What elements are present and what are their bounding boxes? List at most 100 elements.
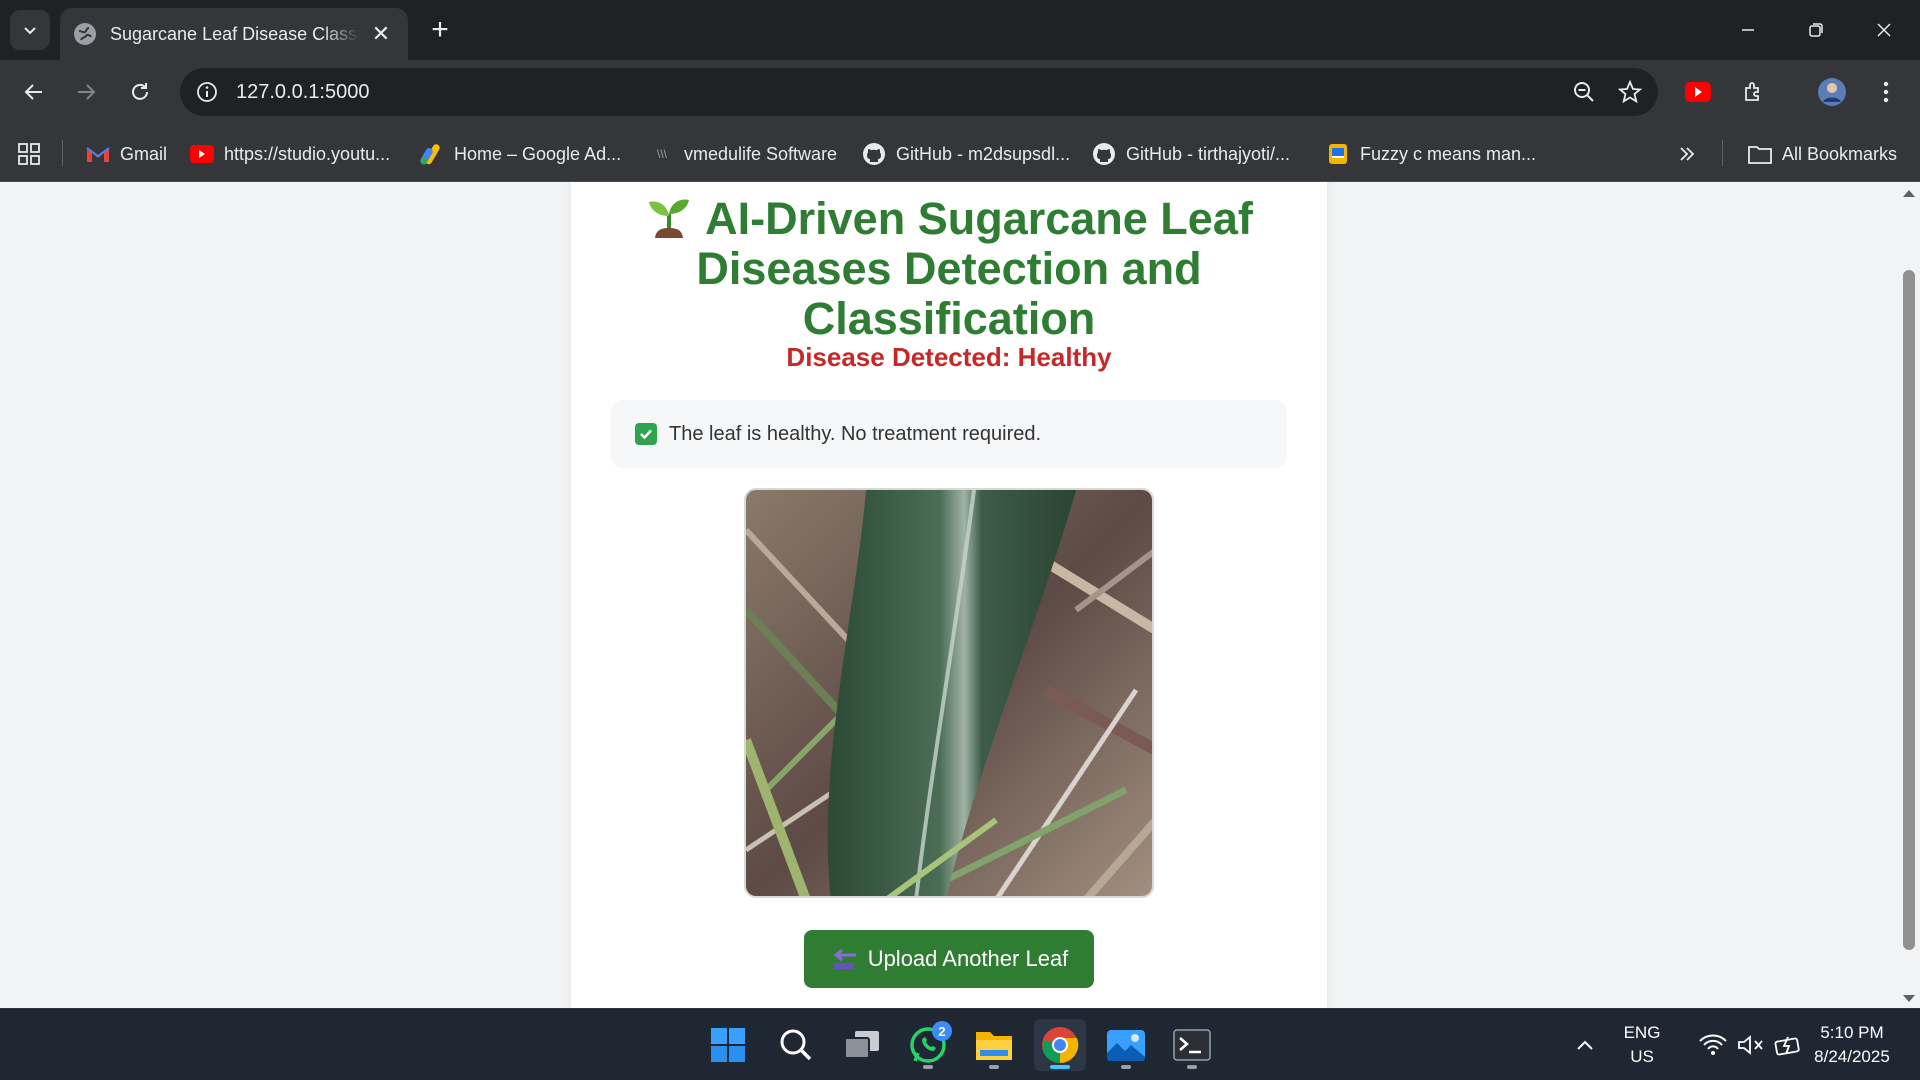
task-view-button[interactable] <box>836 1019 888 1071</box>
back-arrow-icon <box>833 948 856 969</box>
file-explorer-button[interactable] <box>968 1019 1020 1071</box>
photos-taskbar-button[interactable] <box>1100 1019 1152 1071</box>
page-viewport: AI-Driven Sugarcane Leaf Diseases Detect… <box>0 182 1920 1008</box>
more-bookmarks-button[interactable] <box>1678 140 1696 168</box>
search-button[interactable] <box>770 1019 822 1071</box>
seedling-icon <box>649 199 690 238</box>
start-button[interactable] <box>702 1019 754 1071</box>
running-indicator <box>1121 1065 1131 1069</box>
google-ads-icon <box>420 142 444 166</box>
scroll-down-arrow-icon[interactable] <box>1898 990 1920 1008</box>
photos-icon <box>1107 1030 1145 1061</box>
address-bar[interactable]: 127.0.0.1:5000 <box>180 68 1658 116</box>
time-text: 5:10 PM <box>1820 1023 1884 1042</box>
bookmark-gmail[interactable]: Gmail <box>86 140 167 168</box>
reload-icon <box>132 83 148 100</box>
result-card: AI-Driven Sugarcane Leaf Diseases Detect… <box>571 182 1327 1008</box>
reload-button[interactable] <box>120 72 160 112</box>
bookmark-fuzzy-c-means[interactable]: Fuzzy c means man... <box>1326 140 1536 168</box>
page-title: AI-Driven Sugarcane Leaf Diseases Detect… <box>571 192 1327 344</box>
youtube-icon <box>1685 82 1711 102</box>
tab-search-button[interactable] <box>10 10 50 50</box>
back-button[interactable] <box>14 72 54 112</box>
bookmarks-bar: Gmail https://studio.youtu... Home – Goo… <box>0 124 1920 182</box>
notification-badge: 2 <box>932 1021 952 1041</box>
chevron-down-icon <box>24 27 36 35</box>
running-indicator <box>1187 1065 1197 1069</box>
bookmark-google-ads[interactable]: Home – Google Ad... <box>420 140 621 168</box>
restore-button[interactable] <box>1796 10 1836 50</box>
scroll-up-arrow-icon[interactable] <box>1898 184 1920 202</box>
bookmark-vmedulife[interactable]: \\\ vmedulife Software <box>650 140 837 168</box>
bookmark-separator <box>1722 140 1723 166</box>
star-icon[interactable] <box>1618 80 1642 104</box>
bookmark-separator <box>62 140 63 166</box>
clock[interactable]: 5:10 PM 8/24/2025 <box>1800 1021 1904 1069</box>
chevron-up-icon <box>1577 1040 1593 1050</box>
disease-result: Disease Detected: Healthy <box>786 342 1112 372</box>
document-icon <box>1326 142 1350 166</box>
folder-icon <box>976 1032 1012 1060</box>
date-text: 8/24/2025 <box>1814 1047 1890 1066</box>
bookmark-youtube-studio[interactable]: https://studio.youtu... <box>190 140 390 168</box>
chrome-icon <box>1042 1027 1079 1063</box>
gmail-icon <box>86 142 110 166</box>
github-icon <box>1092 142 1116 166</box>
menu-button[interactable] <box>1866 72 1906 112</box>
whatsapp-taskbar-button[interactable]: 2 <box>902 1019 954 1071</box>
minimize-icon <box>1742 29 1754 31</box>
tab-title: Sugarcane Leaf Disease Classification <box>110 23 360 44</box>
tab-strip: Sugarcane Leaf Disease Classification ✕ … <box>0 0 1920 60</box>
running-indicator <box>923 1065 933 1069</box>
windows-taskbar: 2 ENG US 5:10 PM 8/24/2025 <box>0 1008 1920 1080</box>
forward-button[interactable] <box>66 72 106 112</box>
chrome-taskbar-button[interactable] <box>1034 1019 1086 1071</box>
avatar-icon <box>1818 78 1846 106</box>
arrow-right-icon <box>78 84 96 100</box>
browser-toolbar: 127.0.0.1:5000 <box>0 60 1920 124</box>
close-window-button[interactable] <box>1864 10 1904 50</box>
youtube-extension-button[interactable] <box>1678 72 1718 112</box>
url-text[interactable]: 127.0.0.1:5000 <box>236 81 369 104</box>
all-bookmarks-button[interactable]: All Bookmarks <box>1748 140 1897 168</box>
apps-grid-icon <box>18 143 40 165</box>
task-view-icon <box>844 1031 879 1059</box>
language-indicator[interactable]: ENG US <box>1612 1021 1672 1069</box>
kebab-menu-icon <box>1883 81 1889 103</box>
close-icon <box>1877 23 1891 37</box>
search-icon <box>780 1029 812 1061</box>
upload-another-leaf-button[interactable]: Upload Another Leaf <box>804 930 1094 988</box>
info-icon[interactable] <box>196 81 218 103</box>
restore-icon <box>1809 23 1823 37</box>
zoom-icon[interactable] <box>1572 80 1596 104</box>
bookmark-github-1[interactable]: GitHub - m2dsupsdl... <box>862 140 1070 168</box>
scrollbar-thumb[interactable] <box>1903 270 1915 950</box>
active-tab[interactable]: Sugarcane Leaf Disease Classification ✕ <box>60 8 408 60</box>
upload-button-label: Upload Another Leaf <box>867 946 1069 971</box>
check-mark-icon <box>635 423 657 445</box>
new-tab-button[interactable]: + <box>422 12 458 48</box>
running-indicator <box>989 1065 999 1069</box>
chevron-double-right-icon <box>1680 147 1695 161</box>
title-line-2: Diseases Detection and <box>696 243 1202 294</box>
running-indicator <box>1050 1065 1070 1069</box>
show-hidden-icons-button[interactable] <box>1560 1019 1610 1071</box>
profile-button[interactable] <box>1812 72 1852 112</box>
extensions-button[interactable] <box>1734 72 1774 112</box>
youtube-icon <box>190 142 214 166</box>
tab-close-icon[interactable]: ✕ <box>368 21 394 47</box>
wifi-icon <box>1699 1034 1727 1055</box>
uploaded-leaf-image <box>744 488 1154 898</box>
minimize-button[interactable] <box>1728 10 1768 50</box>
terminal-taskbar-button[interactable] <box>1166 1019 1218 1071</box>
globe-icon <box>74 23 96 45</box>
terminal-icon <box>1173 1029 1211 1061</box>
treatment-box: The leaf is healthy. No treatment requir… <box>611 400 1287 468</box>
leaf-photo <box>746 490 1152 896</box>
vmedulife-icon: \\\ <box>656 147 667 161</box>
bookmark-github-2[interactable]: GitHub - tirthajyoti/... <box>1092 140 1290 168</box>
folder-icon <box>1748 142 1772 166</box>
apps-button[interactable] <box>18 140 40 168</box>
volume-muted-icon <box>1738 1035 1763 1055</box>
title-line-3: Classification <box>802 293 1096 344</box>
